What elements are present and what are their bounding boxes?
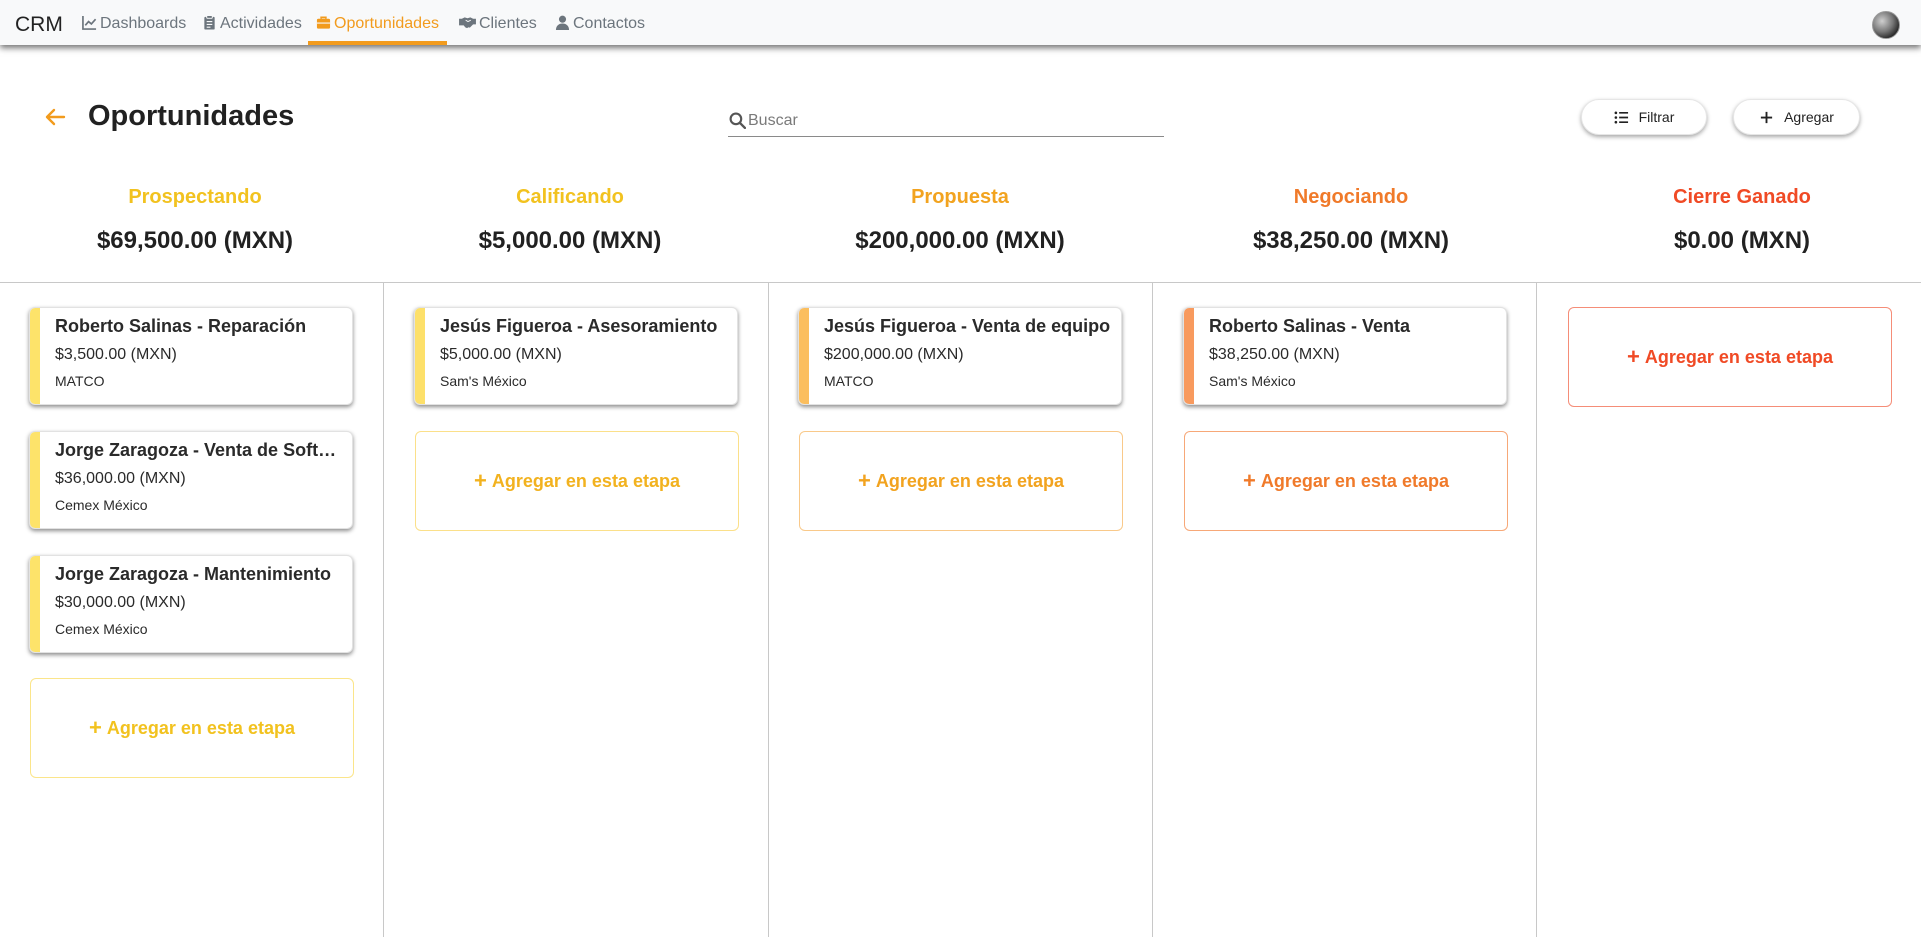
- card-amount: $38,250.00 (MXN): [1209, 346, 1340, 363]
- nav-item-label: Clientes: [479, 15, 537, 32]
- stage-name: Prospectando: [128, 186, 262, 208]
- opportunity-card[interactable]: Jesús Figueroa - Asesoramiento $5,000.00…: [414, 307, 738, 405]
- nav-item-label: Oportunidades: [334, 15, 439, 32]
- search-icon: [729, 112, 746, 129]
- list-icon: [1614, 111, 1628, 123]
- page-title: Oportunidades: [88, 100, 295, 132]
- card-amount: $30,000.00 (MXN): [55, 594, 186, 611]
- chart-line-icon: [82, 15, 97, 30]
- plus-icon: +: [1243, 468, 1256, 493]
- stage-header-divider: [0, 282, 1921, 283]
- card-title: Jorge Zaragoza - Venta de Software: [55, 440, 345, 460]
- plus-icon: +: [1627, 344, 1640, 369]
- opportunity-card[interactable]: Roberto Salinas - Reparación $3,500.00 (…: [29, 307, 353, 405]
- card-amount: $3,500.00 (MXN): [55, 346, 177, 363]
- card-title: Roberto Salinas - Reparación: [55, 316, 307, 336]
- nav-item-oportunidades[interactable]: Oportunidades: [308, 15, 447, 45]
- column-divider: [1152, 282, 1153, 937]
- clipboard-icon: [204, 15, 215, 30]
- filter-button[interactable]: Filtrar: [1581, 99, 1707, 135]
- top-navbar: CRM Dashboards Actividades Oportunidades…: [0, 0, 1921, 45]
- plus-icon: [1760, 111, 1773, 123]
- add-in-stage-label: Agregar en esta etapa: [1644, 346, 1833, 367]
- nav-item-label: Contactos: [573, 15, 646, 32]
- add-in-stage-button[interactable]: + Agregar en esta etapa: [1568, 307, 1892, 407]
- user-icon: [555, 15, 570, 30]
- card-company: MATCO: [55, 373, 105, 389]
- search-input[interactable]: [748, 109, 1158, 133]
- card-company: Sam's México: [1209, 373, 1296, 389]
- filter-button-label: Filtrar: [1638, 109, 1675, 125]
- user-avatar[interactable]: [1872, 11, 1900, 39]
- column-divider: [1536, 282, 1537, 937]
- nav-item-clientes[interactable]: Clientes: [459, 15, 537, 45]
- stage-name: Negociando: [1293, 186, 1409, 208]
- add-in-stage-label: Agregar en esta etapa: [491, 470, 680, 491]
- back-arrow-icon[interactable]: [44, 106, 66, 128]
- stage-total: $0.00 (MXN): [1673, 227, 1811, 254]
- opportunity-card[interactable]: Jorge Zaragoza - Venta de Software $36,0…: [29, 431, 353, 529]
- add-button-label: Agregar: [1784, 109, 1834, 125]
- stage-total: $5,000.00 (MXN): [478, 227, 662, 254]
- opportunity-card[interactable]: Roberto Salinas - Venta $38,250.00 (MXN)…: [1183, 307, 1507, 405]
- add-in-stage-label: Agregar en esta etapa: [875, 470, 1064, 491]
- nav-item-dashboards[interactable]: Dashboards: [82, 15, 186, 45]
- stage-total: $69,500.00 (MXN): [96, 227, 294, 254]
- stage-header-calificando: Calificando $5,000.00 (MXN): [375, 186, 765, 255]
- add-button[interactable]: Agregar: [1733, 99, 1860, 135]
- stage-name: Cierre Ganado: [1673, 186, 1811, 208]
- nav-item-contactos[interactable]: Contactos: [555, 15, 645, 45]
- add-in-stage-label: Agregar en esta etapa: [1260, 470, 1449, 491]
- add-in-stage-button[interactable]: + Agregar en esta etapa: [415, 431, 739, 531]
- add-in-stage-button[interactable]: + Agregar en esta etapa: [1184, 431, 1508, 531]
- stage-header-negociando: Negociando $38,250.00 (MXN): [1156, 186, 1546, 255]
- add-in-stage-button[interactable]: + Agregar en esta etapa: [799, 431, 1123, 531]
- stage-name: Propuesta: [911, 186, 1009, 208]
- briefcase-icon: [316, 16, 331, 29]
- column-divider: [768, 282, 769, 937]
- plus-icon: +: [474, 468, 487, 493]
- nav-item-label: Dashboards: [100, 15, 187, 32]
- stage-color-bar: [415, 308, 425, 404]
- plus-icon: +: [858, 468, 871, 493]
- brand-logo[interactable]: CRM: [15, 13, 63, 37]
- plus-icon: +: [89, 715, 102, 740]
- card-amount: $36,000.00 (MXN): [55, 470, 186, 487]
- card-company: Cemex México: [55, 497, 148, 513]
- stage-color-bar: [30, 556, 40, 652]
- handshake-icon: [459, 17, 476, 29]
- nav-item-actividades[interactable]: Actividades: [202, 15, 302, 45]
- search-bar: [728, 107, 1164, 137]
- stage-total: $38,250.00 (MXN): [1252, 227, 1450, 254]
- card-title: Jorge Zaragoza - Mantenimiento: [55, 564, 332, 584]
- opportunity-card[interactable]: Jorge Zaragoza - Mantenimiento $30,000.0…: [29, 555, 353, 653]
- stage-color-bar: [30, 308, 40, 404]
- stage-name: Calificando: [516, 186, 624, 208]
- stage-color-bar: [1184, 308, 1194, 404]
- card-title: Roberto Salinas - Venta: [1209, 316, 1411, 336]
- card-company: MATCO: [824, 373, 874, 389]
- stage-header-prospectando: Prospectando $69,500.00 (MXN): [0, 186, 390, 255]
- card-amount: $200,000.00 (MXN): [824, 346, 964, 363]
- opportunity-card[interactable]: Jesús Figueroa - Venta de equipo $200,00…: [798, 307, 1122, 405]
- add-in-stage-label: Agregar en esta etapa: [106, 717, 295, 738]
- column-divider: [383, 282, 384, 937]
- card-amount: $5,000.00 (MXN): [440, 346, 562, 363]
- nav-item-label: Actividades: [220, 15, 302, 32]
- card-company: Cemex México: [55, 621, 148, 637]
- add-in-stage-button[interactable]: + Agregar en esta etapa: [30, 678, 354, 778]
- card-company: Sam's México: [440, 373, 527, 389]
- stage-header-propuesta: Propuesta $200,000.00 (MXN): [765, 186, 1155, 255]
- stage-total: $200,000.00 (MXN): [855, 227, 1065, 254]
- stage-color-bar: [799, 308, 809, 404]
- stage-color-bar: [30, 432, 40, 528]
- stage-header-cierre-ganado: Cierre Ganado $0.00 (MXN): [1547, 186, 1921, 255]
- card-title: Jesús Figueroa - Asesoramiento: [440, 316, 718, 336]
- card-title: Jesús Figueroa - Venta de equipo: [824, 316, 1111, 336]
